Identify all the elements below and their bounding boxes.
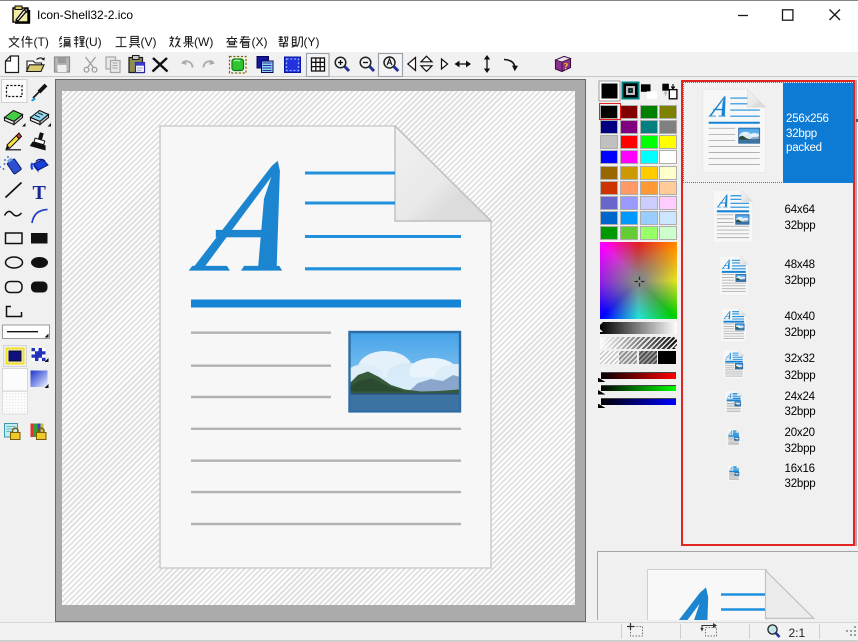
svg-text:T: T (33, 182, 47, 204)
svg-text:?: ? (564, 63, 569, 73)
